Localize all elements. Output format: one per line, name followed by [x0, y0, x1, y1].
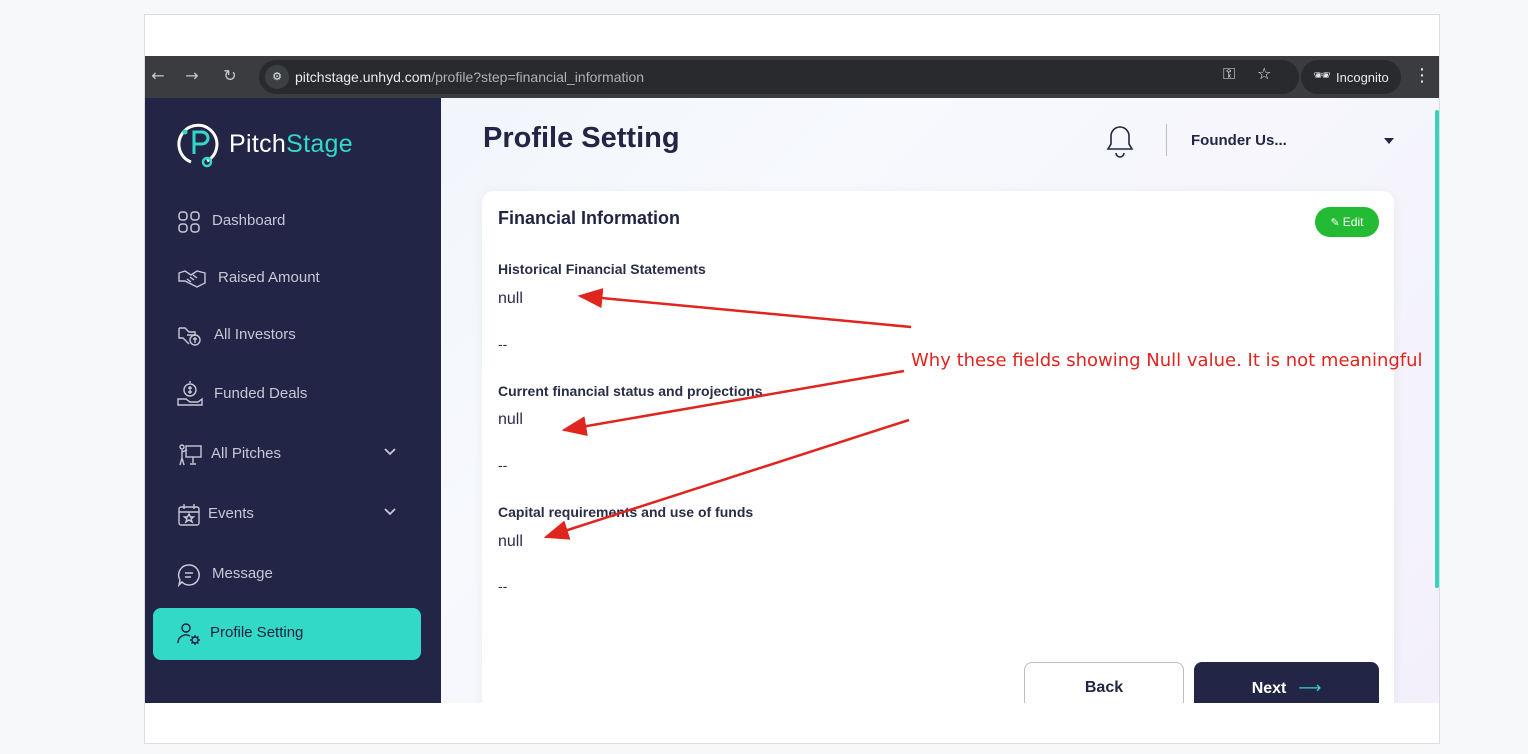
browser-menu-icon[interactable]: ⋮ [1413, 65, 1431, 86]
field-label: Capital requirements and use of funds [498, 504, 754, 520]
calendar-star-icon [178, 504, 200, 526]
forward-arrow-icon[interactable]: → [181, 65, 203, 87]
user-gear-icon [177, 623, 200, 645]
url-host: pitchstage.unhyd.com [295, 69, 432, 85]
sidebar-item-label: All Pitches [211, 445, 282, 462]
sidebar-item-label: Message [212, 565, 273, 582]
sidebar-item-dashboard[interactable]: Dashboard [153, 196, 421, 248]
field-label: Current financial status and projections [498, 383, 763, 399]
sidebar-item-label: Raised Amount [218, 269, 320, 286]
sidebar-item-label: Events [208, 505, 254, 522]
chevron-down-icon[interactable] [383, 445, 397, 459]
sidebar-item-label: Funded Deals [214, 385, 308, 402]
page-title: Profile Setting [483, 122, 680, 154]
screenshot-frame: ← → ↻ ⚙ pitchstage.unhyd.com/profile?ste… [144, 14, 1440, 744]
main-content: Profile Setting Founder Us... Financial … [441, 98, 1439, 703]
brand-name: PitchStage [229, 130, 353, 158]
back-arrow-icon[interactable]: ← [147, 65, 169, 87]
handshake-icon [178, 270, 206, 288]
header-divider [1166, 124, 1167, 156]
logo-mark-icon [177, 123, 219, 168]
app-viewport: PitchStage Dashboard Raised Amount All I… [145, 98, 1439, 703]
field-value: null [498, 411, 523, 428]
field-label: Historical Financial Statements [498, 261, 706, 277]
sidebar-item-events[interactable]: Events [153, 489, 421, 541]
edit-button[interactable]: ✎ Edit [1315, 207, 1379, 237]
sidebar-item-message[interactable]: Message [153, 549, 421, 601]
money-hand-icon [177, 381, 203, 406]
chevron-down-icon[interactable] [383, 505, 397, 519]
next-button[interactable]: Next ⟶ [1194, 662, 1379, 703]
field-extra: -- [498, 578, 508, 594]
sidebar-item-raised-amount[interactable]: Raised Amount [153, 253, 421, 305]
grid-icon [178, 211, 200, 233]
sidebar-item-label: Profile Setting [210, 624, 304, 641]
url-text[interactable]: pitchstage.unhyd.com/profile?step=financ… [295, 69, 644, 85]
chat-icon [177, 564, 200, 587]
url-path: /profile?step=financial_information [431, 69, 645, 85]
password-key-icon[interactable]: ⚿ [1223, 64, 1235, 84]
sidebar-item-all-investors[interactable]: All Investors [153, 310, 421, 362]
back-button[interactable]: Back [1024, 662, 1184, 703]
caret-down-icon[interactable] [1383, 136, 1395, 146]
pencil-icon: ✎ [1330, 216, 1340, 229]
field-extra: -- [498, 336, 508, 352]
incognito-icon: 🕶 [1313, 68, 1331, 84]
financial-information-card: Financial Information ✎ Edit Historical F… [482, 191, 1394, 703]
edit-label: Edit [1342, 215, 1364, 229]
annotation-text: Why these fields showing Null value. It … [911, 350, 1423, 371]
reload-icon[interactable]: ↻ [219, 65, 241, 87]
field-value: null [498, 290, 523, 307]
sidebar-item-label: Dashboard [212, 212, 286, 229]
sidebar-item-all-pitches[interactable]: All Pitches [153, 429, 421, 481]
next-label: Next [1251, 680, 1287, 697]
sidebar: PitchStage Dashboard Raised Amount All I… [145, 98, 441, 703]
scrollbar[interactable] [1435, 110, 1439, 588]
user-name[interactable]: Founder Us... [1191, 132, 1287, 149]
incognito-label: Incognito [1336, 70, 1389, 85]
bell-icon[interactable] [1105, 124, 1135, 158]
sidebar-item-funded-deals[interactable]: Funded Deals [153, 369, 421, 421]
bookmark-star-icon[interactable]: ☆ [1257, 64, 1271, 83]
incognito-badge[interactable]: 🕶 Incognito [1301, 60, 1401, 94]
investor-hand-icon [178, 327, 201, 346]
field-value: null [498, 533, 523, 550]
sidebar-item-profile-setting[interactable]: Profile Setting [153, 608, 421, 660]
sidebar-item-label: All Investors [214, 326, 296, 343]
arrow-right-icon: ⟶ [1298, 678, 1322, 697]
address-bar[interactable]: ⚙ pitchstage.unhyd.com/profile?step=fina… [259, 60, 1299, 94]
site-settings-icon[interactable]: ⚙ [265, 65, 289, 89]
card-title: Financial Information [498, 208, 681, 228]
browser-toolbar: ← → ↻ ⚙ pitchstage.unhyd.com/profile?ste… [145, 56, 1439, 98]
field-extra: -- [498, 457, 508, 473]
presentation-icon [179, 444, 202, 466]
